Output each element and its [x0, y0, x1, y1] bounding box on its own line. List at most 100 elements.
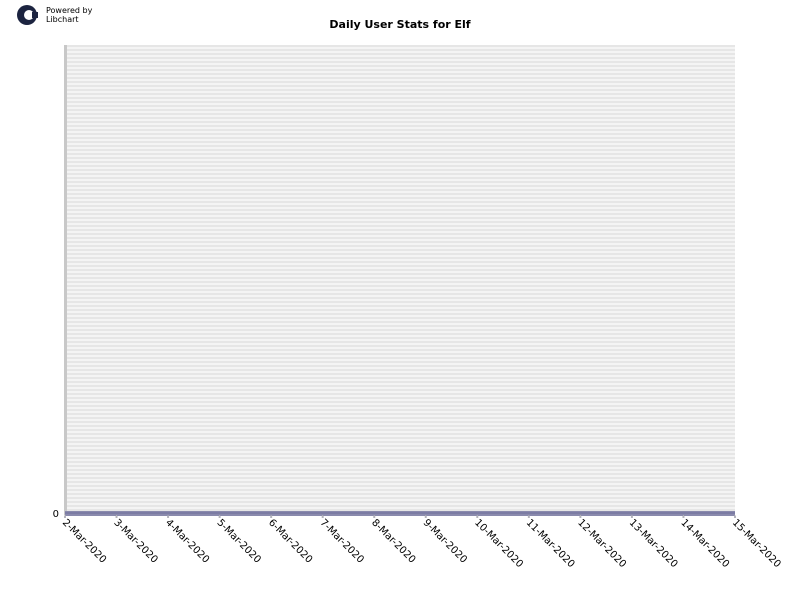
x-tick-label: 10-Mar-2020	[472, 517, 525, 570]
grid-stripe	[65, 173, 735, 175]
grid-stripe	[65, 365, 735, 367]
grid-stripe	[65, 245, 735, 247]
grid-stripe	[65, 501, 735, 503]
grid-stripe	[65, 45, 735, 47]
grid-stripe	[65, 237, 735, 239]
grid-stripe	[65, 305, 735, 307]
grid-stripe	[65, 69, 735, 71]
grid-stripe	[65, 293, 735, 295]
grid-stripe	[65, 289, 735, 291]
grid-stripe	[65, 329, 735, 331]
grid-stripe	[65, 321, 735, 323]
grid-stripe	[65, 153, 735, 155]
y-axis-bar	[64, 45, 67, 515]
grid-stripe	[65, 301, 735, 303]
grid-stripe	[65, 73, 735, 75]
grid-stripe	[65, 145, 735, 147]
grid-stripe	[65, 181, 735, 183]
grid-stripe	[65, 297, 735, 299]
grid-stripe	[65, 89, 735, 91]
grid-stripe	[65, 325, 735, 327]
grid-stripe	[65, 309, 735, 311]
grid-stripe	[65, 49, 735, 51]
grid-stripe	[65, 121, 735, 123]
grid-stripe	[65, 393, 735, 395]
grid-stripe	[65, 433, 735, 435]
x-tick-label: 7-Mar-2020	[318, 517, 366, 565]
grid-stripe	[65, 417, 735, 419]
grid-stripe	[65, 465, 735, 467]
grid-stripes	[65, 45, 735, 515]
x-tick-label: 6-Mar-2020	[266, 517, 314, 565]
grid-stripe	[65, 405, 735, 407]
grid-stripe	[65, 81, 735, 83]
x-tick-label: 12-Mar-2020	[575, 517, 628, 570]
x-tick-label: 8-Mar-2020	[369, 517, 417, 565]
x-tick-label: 4-Mar-2020	[163, 517, 211, 565]
grid-stripe	[65, 357, 735, 359]
grid-stripe	[65, 117, 735, 119]
grid-stripe	[65, 61, 735, 63]
grid-stripe	[65, 249, 735, 251]
grid-stripe	[65, 169, 735, 171]
grid-stripe	[65, 65, 735, 67]
grid-stripe	[65, 209, 735, 211]
grid-stripe	[65, 425, 735, 427]
grid-stripe	[65, 469, 735, 471]
x-tick-label: 2-Mar-2020	[60, 517, 108, 565]
grid-stripe	[65, 493, 735, 495]
grid-stripe	[65, 473, 735, 475]
grid-stripe	[65, 157, 735, 159]
grid-stripe	[65, 409, 735, 411]
y-tick-labels: 0	[53, 509, 59, 520]
grid-stripe	[65, 341, 735, 343]
grid-stripe	[65, 273, 735, 275]
grid-stripe	[65, 129, 735, 131]
grid-stripe	[65, 457, 735, 459]
grid-stripe	[65, 317, 735, 319]
grid-stripe	[65, 353, 735, 355]
grid-stripe	[65, 125, 735, 127]
grid-stripe	[65, 313, 735, 315]
grid-stripe	[65, 333, 735, 335]
grid-stripe	[65, 437, 735, 439]
grid-stripe	[65, 97, 735, 99]
grid-stripe	[65, 257, 735, 259]
grid-stripe	[65, 385, 735, 387]
grid-stripe	[65, 453, 735, 455]
grid-stripe	[65, 217, 735, 219]
x-tick-label: 15-Mar-2020	[730, 517, 783, 570]
grid-stripe	[65, 421, 735, 423]
grid-stripe	[65, 377, 735, 379]
grid-stripe	[65, 77, 735, 79]
grid-stripe	[65, 281, 735, 283]
grid-stripe	[65, 265, 735, 267]
grid-stripe	[65, 101, 735, 103]
grid-stripe	[65, 337, 735, 339]
grid-stripe	[65, 133, 735, 135]
grid-stripe	[65, 233, 735, 235]
grid-stripe	[65, 137, 735, 139]
grid-stripe	[65, 229, 735, 231]
grid-stripe	[65, 401, 735, 403]
x-tick-label: 14-Mar-2020	[678, 517, 731, 570]
grid-stripe	[65, 361, 735, 363]
plot-background	[65, 45, 735, 515]
grid-stripe	[65, 141, 735, 143]
grid-stripe	[65, 205, 735, 207]
grid-stripe	[65, 345, 735, 347]
grid-stripe	[65, 225, 735, 227]
grid-stripe	[65, 497, 735, 499]
grid-stripe	[65, 213, 735, 215]
grid-stripe	[65, 269, 735, 271]
grid-stripe	[65, 109, 735, 111]
grid-stripe	[65, 221, 735, 223]
x-tick-labels: 2-Mar-2020 3-Mar-2020 4-Mar-2020 5-Mar-2020…	[60, 515, 783, 570]
grid-stripe	[65, 113, 735, 115]
grid-stripe	[65, 413, 735, 415]
grid-stripe	[65, 53, 735, 55]
x-tick-label: 11-Mar-2020	[524, 517, 577, 570]
grid-stripe	[65, 57, 735, 59]
grid-stripe	[65, 105, 735, 107]
grid-stripe	[65, 441, 735, 443]
